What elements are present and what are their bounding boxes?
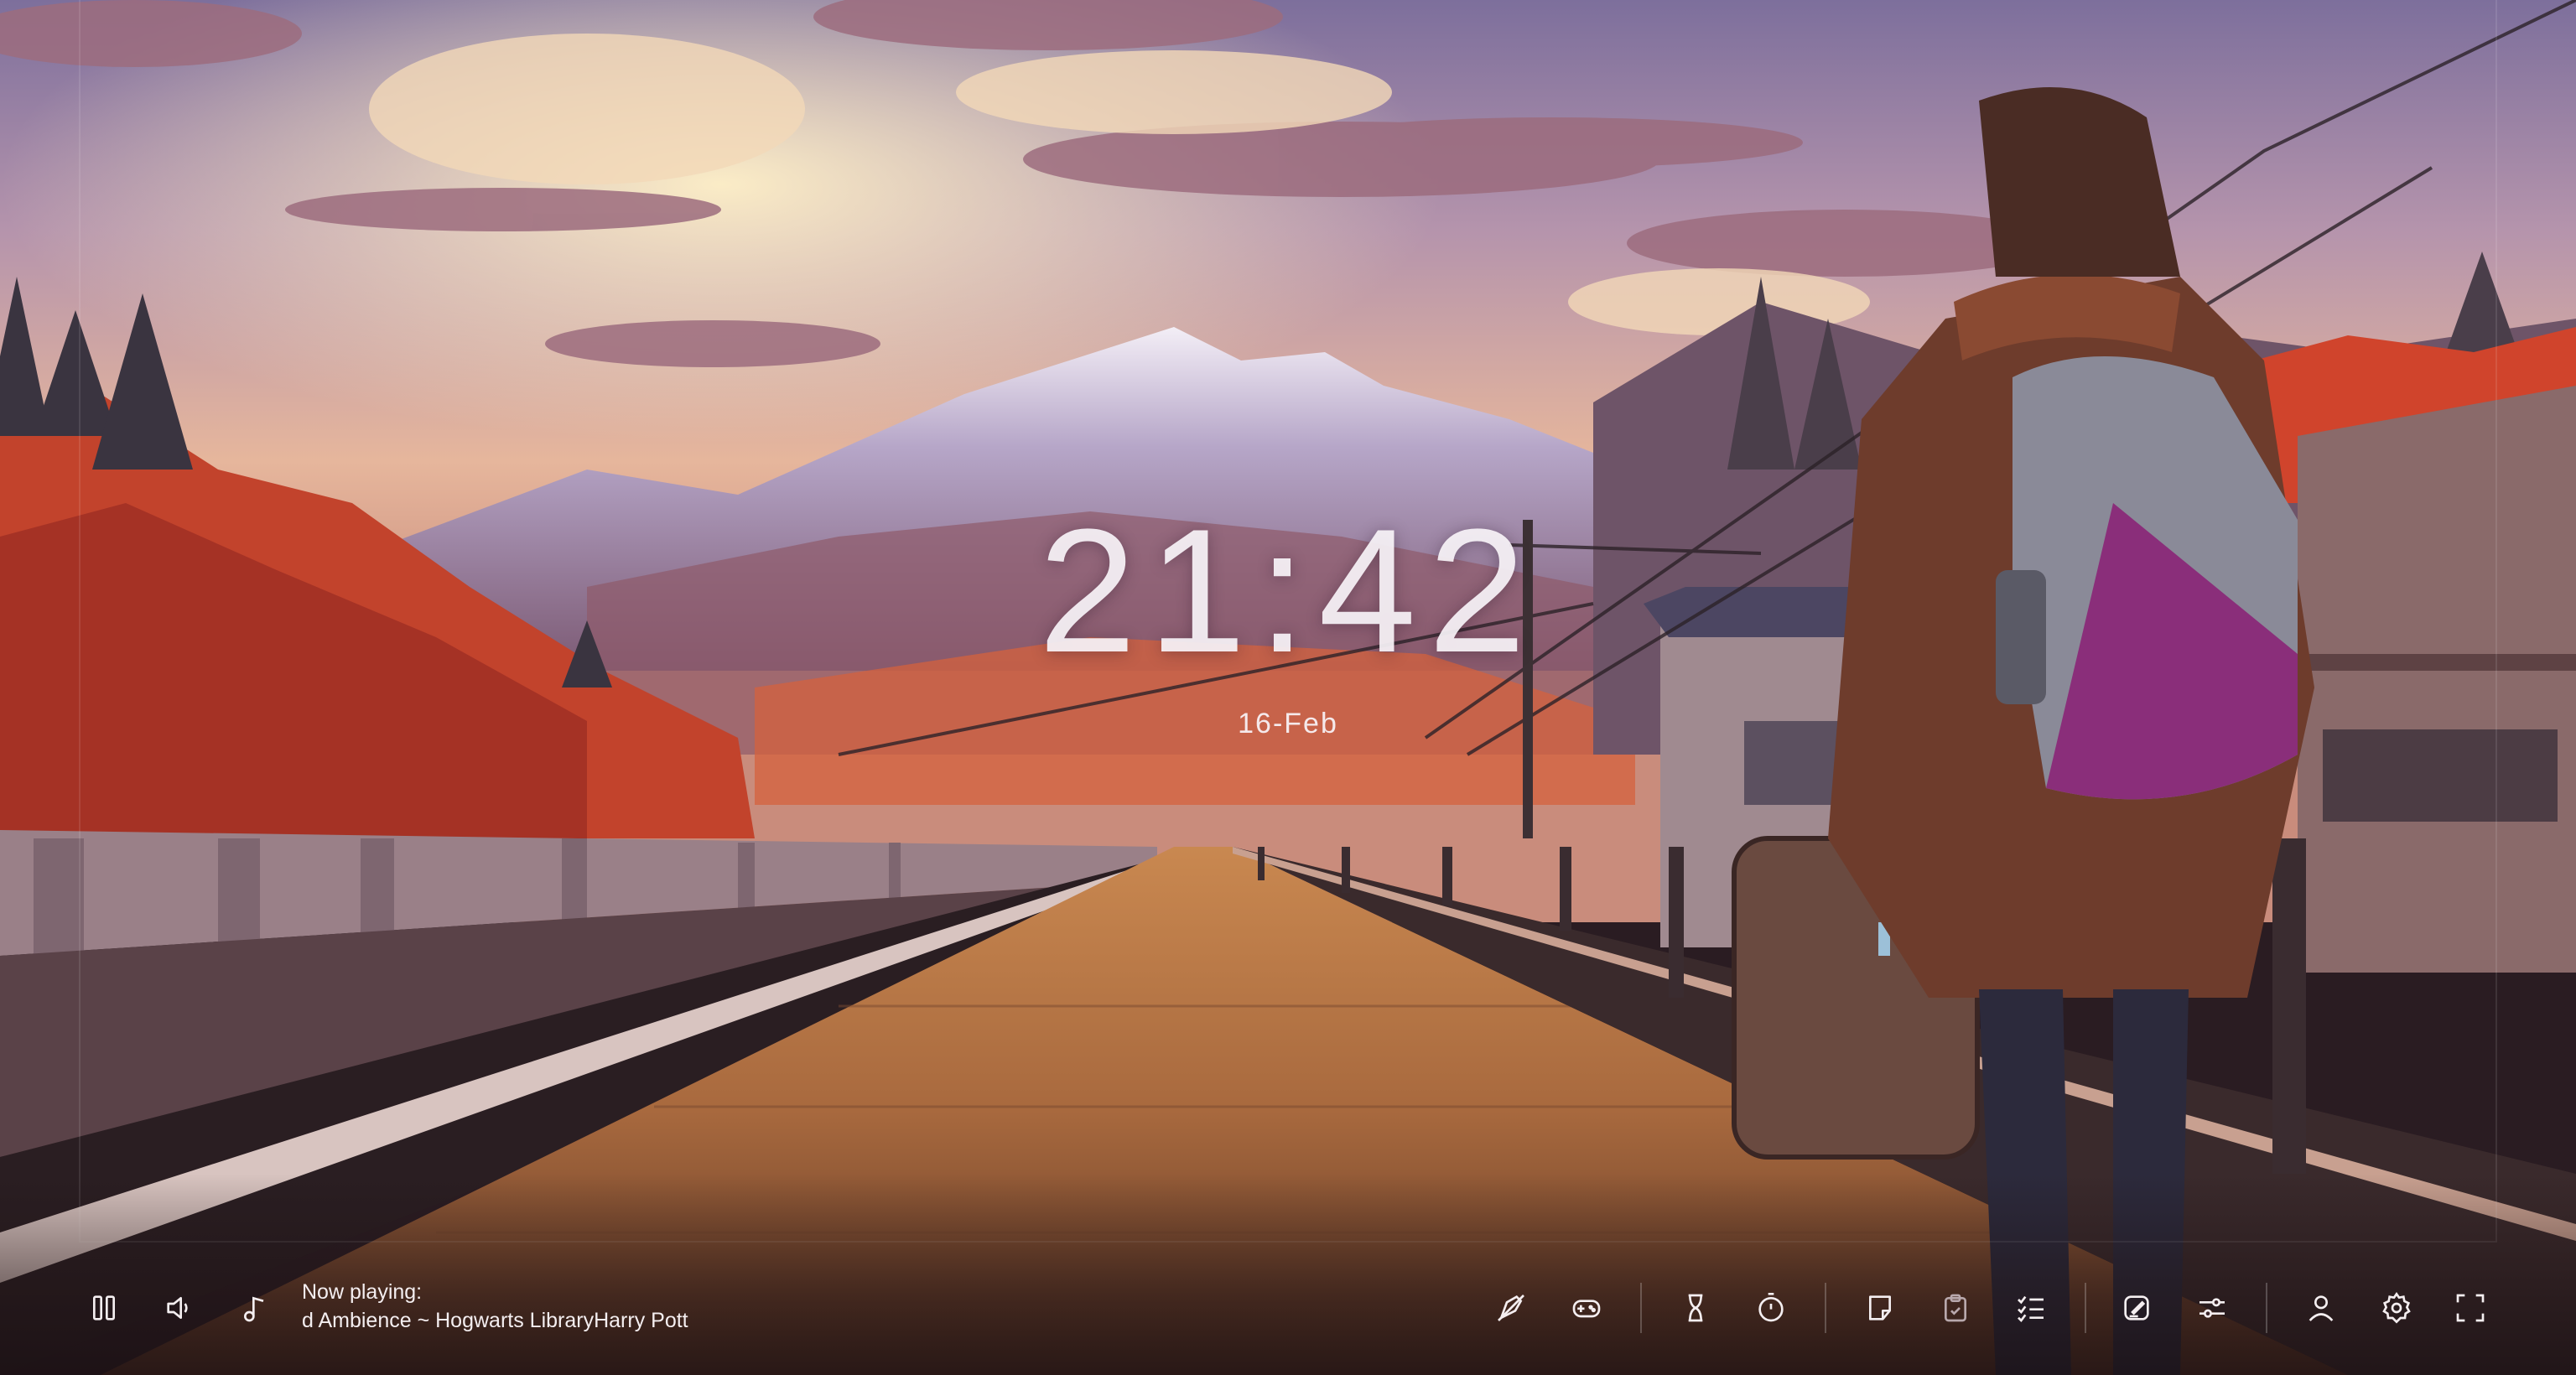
toolbar-divider — [2266, 1283, 2267, 1333]
clipboard-icon — [1945, 1294, 1966, 1322]
music-button[interactable] — [233, 1286, 277, 1330]
user-icon — [2309, 1295, 2334, 1321]
toolbar-divider — [1825, 1283, 1826, 1333]
fullscreen-icon — [2456, 1294, 2485, 1322]
gamepad-icon — [1572, 1300, 1601, 1318]
hourglass-icon — [1688, 1294, 1703, 1322]
wallpaper-screen: 21:42 16-Feb Now playing: d Ambience ~ H… — [0, 0, 2576, 1375]
notes-button[interactable] — [1858, 1286, 1902, 1330]
volume-button[interactable] — [158, 1286, 201, 1330]
music-note-icon — [244, 1296, 264, 1322]
now-playing: Now playing: d Ambience ~ Hogwarts Libra… — [302, 1278, 738, 1345]
edit-note-icon — [2124, 1295, 2149, 1321]
toolbar-divider — [2085, 1283, 2086, 1333]
focus-toggle-button[interactable] — [1489, 1286, 1533, 1330]
profile-button[interactable] — [2299, 1286, 2343, 1330]
adjust-button[interactable] — [2190, 1286, 2234, 1330]
pause-icon — [93, 1295, 115, 1321]
bottom-toolbar: Now playing: d Ambience ~ Hogwarts Libra… — [0, 1266, 2576, 1350]
toolbar-divider — [1640, 1283, 1642, 1333]
clock-time: 21:42 — [1038, 492, 1538, 689]
clock-date: 16-Feb — [1238, 708, 1338, 739]
games-button[interactable] — [1565, 1286, 1608, 1330]
now-playing-label: Now playing: — [302, 1280, 423, 1304]
sticky-note-icon — [1869, 1295, 1891, 1321]
stopwatch-button[interactable] — [1749, 1286, 1793, 1330]
clock-widget: 21:42 16-Feb — [0, 503, 2576, 740]
focus-off-icon — [1498, 1295, 1524, 1321]
settings-button[interactable] — [2375, 1286, 2418, 1330]
pause-button[interactable] — [82, 1286, 126, 1330]
clipboard-button[interactable] — [1934, 1286, 1977, 1330]
journal-button[interactable] — [2115, 1286, 2158, 1330]
checklist-icon — [2018, 1295, 2044, 1323]
stopwatch-icon — [1758, 1293, 1784, 1322]
gear-icon — [2382, 1291, 2411, 1324]
tasks-button[interactable] — [2009, 1286, 2053, 1330]
volume-icon — [167, 1297, 188, 1319]
now-playing-track: d Ambience ~ Hogwarts LibraryHarry Pott — [302, 1309, 688, 1332]
timer-button[interactable] — [1674, 1286, 1717, 1330]
fullscreen-button[interactable] — [2449, 1286, 2492, 1330]
sliders-icon — [2199, 1298, 2225, 1318]
